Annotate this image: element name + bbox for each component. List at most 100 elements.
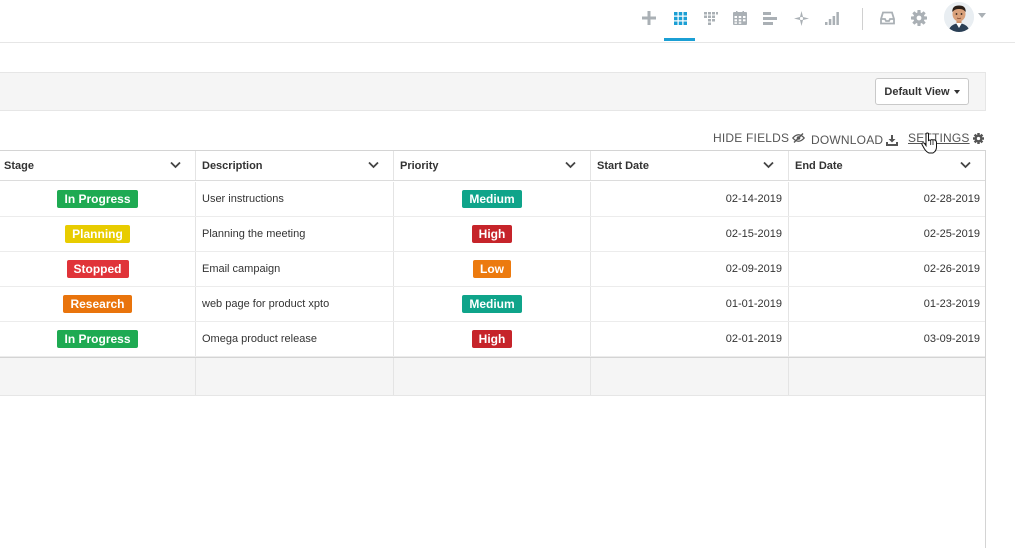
- chevron-down-icon[interactable]: [960, 160, 971, 172]
- stage-badge: In Progress: [57, 330, 138, 348]
- description-cell[interactable]: User instructions: [196, 182, 394, 216]
- description-cell[interactable]: Planning the meeting: [196, 217, 394, 251]
- footer-cell: [196, 358, 394, 395]
- stage-cell[interactable]: Planning: [0, 217, 196, 251]
- footer-cell: [394, 358, 591, 395]
- view-selector-button[interactable]: Default View: [875, 78, 969, 105]
- table-row[interactable]: Planning Planning the meeting High 02-15-20…: [0, 217, 985, 252]
- hide-fields-link[interactable]: HIDE FIELDS: [713, 131, 806, 145]
- start-date-cell[interactable]: 02-09-2019: [591, 252, 789, 286]
- gear-small-icon: [972, 132, 984, 144]
- priority-cell[interactable]: Medium: [394, 182, 591, 216]
- calendar-view-icon[interactable]: [728, 8, 752, 28]
- chevron-down-icon[interactable]: [368, 160, 379, 172]
- active-view-indicator: [664, 38, 695, 41]
- description-cell[interactable]: web page for product xpto: [196, 287, 394, 321]
- hide-fields-label: HIDE FIELDS: [713, 131, 790, 145]
- end-date-text: 02-28-2019: [923, 193, 980, 205]
- priority-cell[interactable]: High: [394, 322, 591, 356]
- data-grid: Stage Description Priority Start Date En…: [0, 150, 986, 548]
- grid-header-row: Stage Description Priority Start Date En…: [0, 151, 985, 181]
- chevron-down-icon[interactable]: [978, 13, 986, 18]
- priority-badge: Medium: [462, 295, 522, 313]
- description-text: web page for product xpto: [202, 298, 330, 310]
- column-header-description[interactable]: Description: [196, 151, 394, 180]
- caret-down-icon: [953, 89, 960, 94]
- stage-cell[interactable]: Stopped: [0, 252, 196, 286]
- grid-footer-row: [0, 357, 985, 396]
- priority-cell[interactable]: High: [394, 217, 591, 251]
- description-cell[interactable]: Omega product release: [196, 322, 394, 356]
- chevron-down-icon[interactable]: [170, 160, 181, 172]
- end-date-text: 01-23-2019: [923, 298, 980, 310]
- view-toolbar: [0, 72, 986, 111]
- priority-badge: High: [471, 225, 513, 243]
- settings-link[interactable]: SETTINGS: [908, 131, 984, 145]
- header-separator: [862, 8, 863, 30]
- column-header-label: Priority: [400, 159, 439, 172]
- avatar[interactable]: [944, 2, 974, 32]
- stage-badge: Research: [63, 295, 132, 313]
- start-date-cell[interactable]: 02-15-2019: [591, 217, 789, 251]
- start-date-text: 01-01-2019: [725, 298, 782, 310]
- end-date-text: 03-09-2019: [923, 333, 980, 345]
- map-view-icon[interactable]: [789, 8, 813, 28]
- end-date-cell[interactable]: 02-26-2019: [789, 252, 985, 286]
- priority-cell[interactable]: Medium: [394, 287, 591, 321]
- footer-cell: [0, 358, 196, 395]
- column-header-priority[interactable]: Priority: [394, 151, 591, 180]
- stage-cell[interactable]: Research: [0, 287, 196, 321]
- download-link[interactable]: DOWNLOAD: [811, 133, 899, 147]
- start-date-text: 02-09-2019: [725, 263, 782, 275]
- end-date-cell[interactable]: 02-28-2019: [789, 182, 985, 216]
- column-header-end-date[interactable]: End Date: [789, 151, 985, 180]
- gantt-view-icon[interactable]: [758, 8, 782, 28]
- priority-cell[interactable]: Low: [394, 252, 591, 286]
- stage-cell[interactable]: In Progress: [0, 182, 196, 216]
- end-date-cell[interactable]: 01-23-2019: [789, 287, 985, 321]
- priority-badge: Medium: [462, 190, 522, 208]
- column-header-stage[interactable]: Stage: [0, 151, 196, 180]
- table-row[interactable]: In Progress Omega product release High 02-0…: [0, 322, 985, 357]
- end-date-text: 02-26-2019: [923, 263, 980, 275]
- chart-view-icon[interactable]: [820, 8, 844, 28]
- top-navigation-bar: [0, 0, 1015, 43]
- stage-cell[interactable]: In Progress: [0, 322, 196, 356]
- chevron-down-icon[interactable]: [763, 160, 774, 172]
- start-date-cell[interactable]: 01-01-2019: [591, 287, 789, 321]
- column-header-label: Description: [202, 159, 263, 172]
- inbox-icon[interactable]: [875, 8, 899, 28]
- start-date-text: 02-01-2019: [725, 333, 782, 345]
- table-row[interactable]: Stopped Email campaign Low 02-09-2019 02-26-…: [0, 252, 985, 287]
- footer-cell: [789, 358, 985, 395]
- priority-badge: Low: [473, 260, 511, 278]
- description-text: Planning the meeting: [202, 228, 306, 240]
- grid-view-icon[interactable]: [668, 8, 692, 28]
- start-date-cell[interactable]: 02-01-2019: [591, 322, 789, 356]
- download-label: DOWNLOAD: [811, 133, 884, 147]
- table-row[interactable]: In Progress User instructions Medium 02-14-…: [0, 182, 985, 217]
- end-date-cell[interactable]: 02-25-2019: [789, 217, 985, 251]
- kanban-view-icon[interactable]: [699, 8, 723, 28]
- end-date-cell[interactable]: 03-09-2019: [789, 322, 985, 356]
- priority-badge: High: [471, 330, 513, 348]
- description-text: User instructions: [202, 193, 284, 205]
- end-date-text: 02-25-2019: [923, 228, 980, 240]
- start-date-text: 02-15-2019: [725, 228, 782, 240]
- column-header-label: End Date: [795, 159, 843, 172]
- start-date-cell[interactable]: 02-14-2019: [591, 182, 789, 216]
- eye-slash-icon: [792, 133, 806, 143]
- table-row[interactable]: Research web page for product xpto Medium 0…: [0, 287, 985, 322]
- chevron-down-icon[interactable]: [565, 160, 576, 172]
- add-icon[interactable]: [637, 8, 661, 28]
- stage-badge: Planning: [65, 225, 130, 243]
- start-date-text: 02-14-2019: [725, 193, 782, 205]
- column-header-start-date[interactable]: Start Date: [591, 151, 789, 180]
- stage-badge: Stopped: [66, 260, 129, 278]
- description-text: Email campaign: [202, 263, 281, 275]
- gear-icon[interactable]: [907, 8, 931, 28]
- stage-badge: In Progress: [57, 190, 138, 208]
- description-cell[interactable]: Email campaign: [196, 252, 394, 286]
- description-text: Omega product release: [202, 333, 317, 345]
- download-icon: [886, 134, 899, 146]
